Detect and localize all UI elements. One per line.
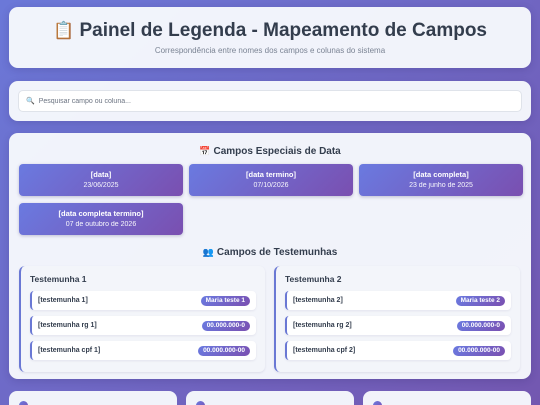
section-dot-icon (196, 401, 205, 405)
date-card-value: 07 de outubro de 2026 (65, 221, 137, 228)
search-box[interactable]: 🔍 (18, 90, 522, 112)
date-card-label: [data termino] (245, 170, 296, 179)
date-card[interactable]: [data completa termino] 07 de outubro de… (19, 203, 183, 235)
witness-column: Testemunha 1 [testemunha 1] Maria teste … (19, 266, 265, 372)
date-section-title: 📅 Campos Especiais de Data (19, 144, 521, 158)
witness-field-name: [testemunha cpf 2] (293, 347, 356, 354)
people-icon: 👥 (202, 247, 214, 257)
date-card-label: [data completa termino] (58, 209, 144, 218)
witness-field-row[interactable]: [testemunha rg 1] 00.000.000-0 (30, 316, 256, 335)
witness-name: Testemunha 2 (285, 274, 342, 284)
witness-field-name: [testemunha 2] (293, 297, 343, 304)
page-subtitle: Correspondência entre nomes dos campos e… (154, 46, 386, 55)
date-card-label: [data] (90, 170, 112, 179)
witness-field-value-badge: 00.000.000-00 (198, 345, 250, 356)
witness-field-row[interactable]: [testemunha 1] Maria teste 1 (30, 291, 256, 310)
bottom-card (9, 391, 177, 405)
main-card: 📅 Campos Especiais de Data [data] 23/06/2… (9, 133, 531, 379)
date-card-value: 07/10/2026 (253, 182, 289, 189)
search-icon: 🔍 (26, 98, 35, 105)
page-title: 📋 Painel de Legenda - Mapeamento de Camp… (9, 7, 531, 42)
witness-field-row[interactable]: [testemunha cpf 2] 00.000.000-00 (285, 341, 511, 360)
date-grid: [data] 23/06/2025 [data termino] 07/10/2… (19, 164, 523, 235)
date-section-title-text: Campos Especiais de Data (213, 146, 341, 157)
witness-field-name: [testemunha 1] (38, 297, 88, 304)
witness-field-row[interactable]: [testemunha 2] Maria teste 2 (285, 291, 511, 310)
section-dot-icon (373, 401, 382, 405)
page-title-text: Painel de Legenda - Mapeamento de Campos (79, 20, 487, 41)
witness-field-row[interactable]: [testemunha rg 2] 00.000.000-0 (285, 316, 511, 335)
witness-field-name: [testemunha cpf 1] (38, 347, 101, 354)
witness-section-title: 👥 Campos de Testemunhas (19, 245, 521, 259)
witness-field-name: [testemunha rg 1] (38, 322, 97, 329)
witness-field-value-badge: 00.000.000-0 (201, 320, 250, 331)
search-input[interactable] (38, 97, 514, 105)
header-card: 📋 Painel de Legenda - Mapeamento de Camp… (9, 7, 531, 68)
witness-field-row[interactable]: [testemunha cpf 1] 00.000.000-00 (30, 341, 256, 360)
date-card[interactable]: [data] 23/06/2025 (19, 164, 183, 196)
date-card[interactable]: [data completa] 23 de junho de 2025 (359, 164, 523, 196)
witness-field-value-badge: Maria teste 1 (200, 295, 250, 306)
search-card: 🔍 (9, 81, 531, 121)
calendar-icon: 📅 (199, 146, 211, 156)
date-card-label: [data completa] (413, 170, 469, 179)
clipboard-icon: 📋 (53, 21, 75, 40)
date-card-value: 23 de junho de 2025 (409, 182, 473, 189)
date-card[interactable]: [data termino] 07/10/2026 (189, 164, 353, 196)
bottom-card (363, 391, 531, 405)
bottom-card (186, 391, 354, 405)
witness-field-value-badge: 00.000.000-00 (453, 345, 505, 356)
witness-section-title-text: Campos de Testemunhas (216, 247, 338, 258)
witness-field-name: [testemunha rg 2] (293, 322, 352, 329)
witness-name: Testemunha 1 (30, 274, 87, 284)
witness-column: Testemunha 2 [testemunha 2] Maria teste … (274, 266, 520, 372)
section-dot-icon (19, 401, 28, 405)
date-card-value: 23/06/2025 (83, 182, 119, 189)
witness-grid: Testemunha 1 [testemunha 1] Maria teste … (19, 266, 521, 372)
witness-field-value-badge: Maria teste 2 (455, 295, 505, 306)
witness-field-value-badge: 00.000.000-0 (456, 320, 505, 331)
